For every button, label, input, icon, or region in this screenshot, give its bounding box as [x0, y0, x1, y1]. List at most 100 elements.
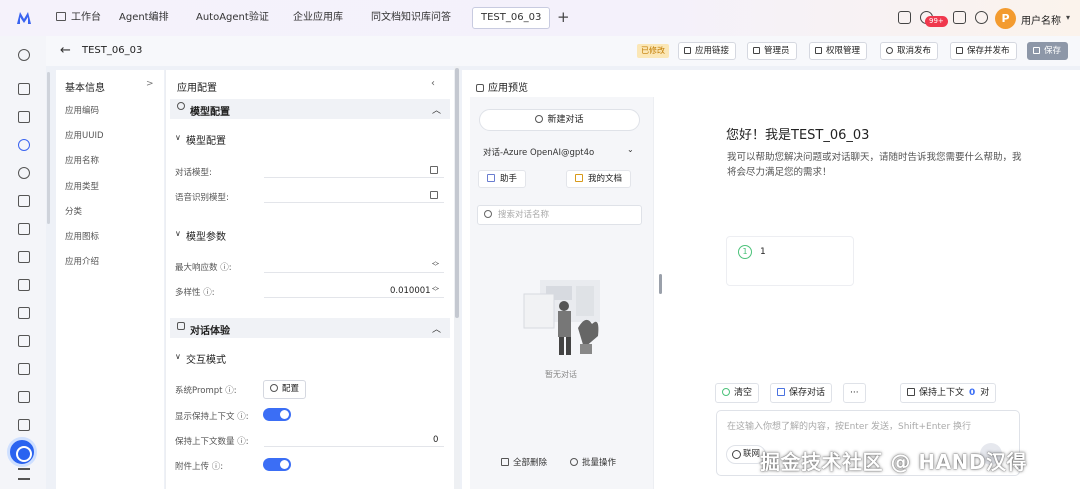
attach-upload-toggle[interactable] [263, 458, 291, 471]
add-tab-icon[interactable]: + [557, 8, 570, 26]
assistant-chip[interactable]: 助手 [478, 170, 527, 188]
notification-badge: 99+ [925, 16, 948, 27]
system-prompt-config-button[interactable]: 配置 [263, 380, 307, 399]
model-select[interactable]: 对话-Azure OpenAI@gpt4o ⌄ [479, 144, 640, 159]
permission-button[interactable]: 权限管理 [809, 42, 868, 60]
unpublish-button[interactable]: 取消发布 [880, 42, 939, 60]
tab-autoagent-verify[interactable]: AutoAgent验证 [188, 7, 277, 29]
home-icon[interactable] [898, 11, 911, 24]
search-icon [484, 210, 492, 218]
chat-model-select[interactable] [264, 162, 444, 178]
layers-icon[interactable] [18, 307, 30, 319]
settings-icon[interactable] [975, 11, 988, 24]
model-settings-icon[interactable] [430, 166, 438, 174]
greeting-title: 您好！我是TEST_06_03 [726, 128, 870, 143]
info-item-category[interactable]: 分类 [65, 205, 82, 217]
voice-model-select[interactable] [264, 187, 444, 203]
fan-icon[interactable] [18, 167, 30, 179]
chevron-down-icon[interactable]: ▾ [1066, 13, 1070, 22]
shop-icon[interactable] [953, 11, 966, 24]
max-reply-input[interactable] [264, 257, 444, 273]
chevron-down-icon[interactable]: ∨ [175, 352, 181, 361]
more-button[interactable]: ··· [843, 383, 866, 403]
chart-icon[interactable] [18, 223, 30, 235]
info-item-app-intro[interactable]: 应用介绍 [65, 255, 99, 267]
info-item-app-uuid[interactable]: 应用UUID [65, 129, 104, 141]
show-context-toggle[interactable] [263, 408, 291, 421]
document-icon[interactable] [18, 195, 30, 207]
app-link-button[interactable]: 应用链接 [678, 42, 737, 60]
suggestion-card[interactable] [726, 236, 854, 286]
chat-bubble-icon [177, 322, 185, 330]
delete-all-button[interactable]: 全部删除 [501, 456, 547, 468]
user-name[interactable]: 用户名称 [1021, 12, 1061, 27]
tab-workbench[interactable]: 工作台 [48, 7, 109, 29]
gear-icon [570, 458, 578, 466]
new-chat-button[interactable]: 新建对话 [479, 109, 640, 131]
preview-icon [476, 84, 484, 92]
avatar[interactable]: P [995, 8, 1016, 29]
interaction-mode-subtitle: 交互模式 [186, 355, 226, 366]
list-icon[interactable] [18, 419, 30, 431]
save-icon [1033, 47, 1040, 54]
watermark: 掘金技术社区 @ HAND汉得 [760, 450, 1027, 474]
model-params-subtitle: 模型参数 [186, 232, 226, 243]
model-icon [177, 102, 185, 110]
chevron-up-icon[interactable]: ︿ [432, 103, 441, 116]
tab-test-06-03[interactable]: TEST_06_03 [472, 7, 551, 29]
search-icon[interactable] [18, 49, 30, 61]
info-item-app-icon[interactable]: 应用图标 [65, 230, 99, 242]
app-logo[interactable] [16, 10, 32, 26]
info-item-app-code[interactable]: 应用编码 [65, 104, 99, 116]
search-conversation-input[interactable]: 搜索对话名称 [477, 205, 642, 225]
plus-circle-icon [535, 115, 544, 123]
chevron-down-icon[interactable]: ∨ [175, 229, 181, 238]
keep-context-control[interactable]: 保持上下文 0 对 [900, 383, 997, 403]
basic-info-title[interactable]: 基本信息 [65, 79, 105, 94]
camera-icon[interactable] [18, 335, 30, 347]
screen-icon[interactable] [18, 83, 30, 95]
save-button[interactable]: 保存 [1027, 42, 1069, 60]
chat-experience-section[interactable]: 对话体验 ︿ [170, 318, 450, 338]
batch-operation-button[interactable]: 批量操作 [570, 456, 616, 468]
calculator-icon[interactable] [18, 279, 30, 291]
tab-doc-qa[interactable]: 同文档知识库问答 [363, 7, 459, 29]
link-icon [684, 47, 691, 54]
resize-handle[interactable] [659, 274, 662, 294]
show-context-label: 显示保持上下文 ⓘ: [175, 412, 249, 422]
mail-icon[interactable] [18, 251, 30, 263]
empty-illustration [523, 280, 600, 355]
chevron-right-icon[interactable]: > [146, 79, 154, 89]
sitemap-icon[interactable] [18, 111, 30, 123]
assistant-fab-icon[interactable] [7, 437, 37, 467]
info-item-app-name[interactable]: 应用名称 [65, 154, 99, 166]
app-preview-title: 应用预览 [476, 79, 528, 94]
agent-icon[interactable] [18, 139, 30, 151]
chevron-up-icon[interactable]: ︿ [432, 322, 441, 335]
model-config-section[interactable]: 模型配置 ︿ [170, 99, 450, 119]
save-chat-button[interactable]: 保存对话 [770, 383, 833, 403]
chevron-down-icon[interactable]: ∨ [175, 133, 181, 142]
diversity-stepper[interactable]: ︿ ﹀ [432, 283, 439, 296]
clear-button[interactable]: 清空 [715, 383, 760, 403]
my-docs-chip[interactable]: 我的文档 [566, 170, 632, 188]
tab-enterprise-apps[interactable]: 企业应用库 [285, 7, 351, 29]
table-icon[interactable] [18, 363, 30, 375]
attach-upload-label: 附件上传 ⓘ: [175, 462, 224, 472]
model-config-subtitle: 模型配置 [186, 136, 226, 147]
voice-settings-icon[interactable] [430, 191, 438, 199]
max-reply-stepper[interactable]: ︿ ﹀ [432, 258, 439, 271]
config-scrollbar[interactable] [455, 68, 459, 318]
context-count-value: 0 [433, 435, 439, 445]
tab-agent-orchestration[interactable]: Agent编排 [111, 7, 177, 29]
back-arrow-icon[interactable]: ← [60, 43, 71, 58]
info-item-app-type[interactable]: 应用类型 [65, 180, 99, 192]
menu-icon[interactable] [18, 468, 30, 480]
collapse-left-icon[interactable]: ‹ [431, 78, 435, 89]
info-scrollbar[interactable] [47, 72, 50, 224]
message-icon[interactable] [18, 391, 30, 403]
admin-button[interactable]: 管理员 [747, 42, 797, 60]
context-count-input[interactable] [264, 431, 444, 447]
diversity-value: 0.010001 [390, 286, 431, 296]
save-publish-button[interactable]: 保存并发布 [950, 42, 1017, 60]
